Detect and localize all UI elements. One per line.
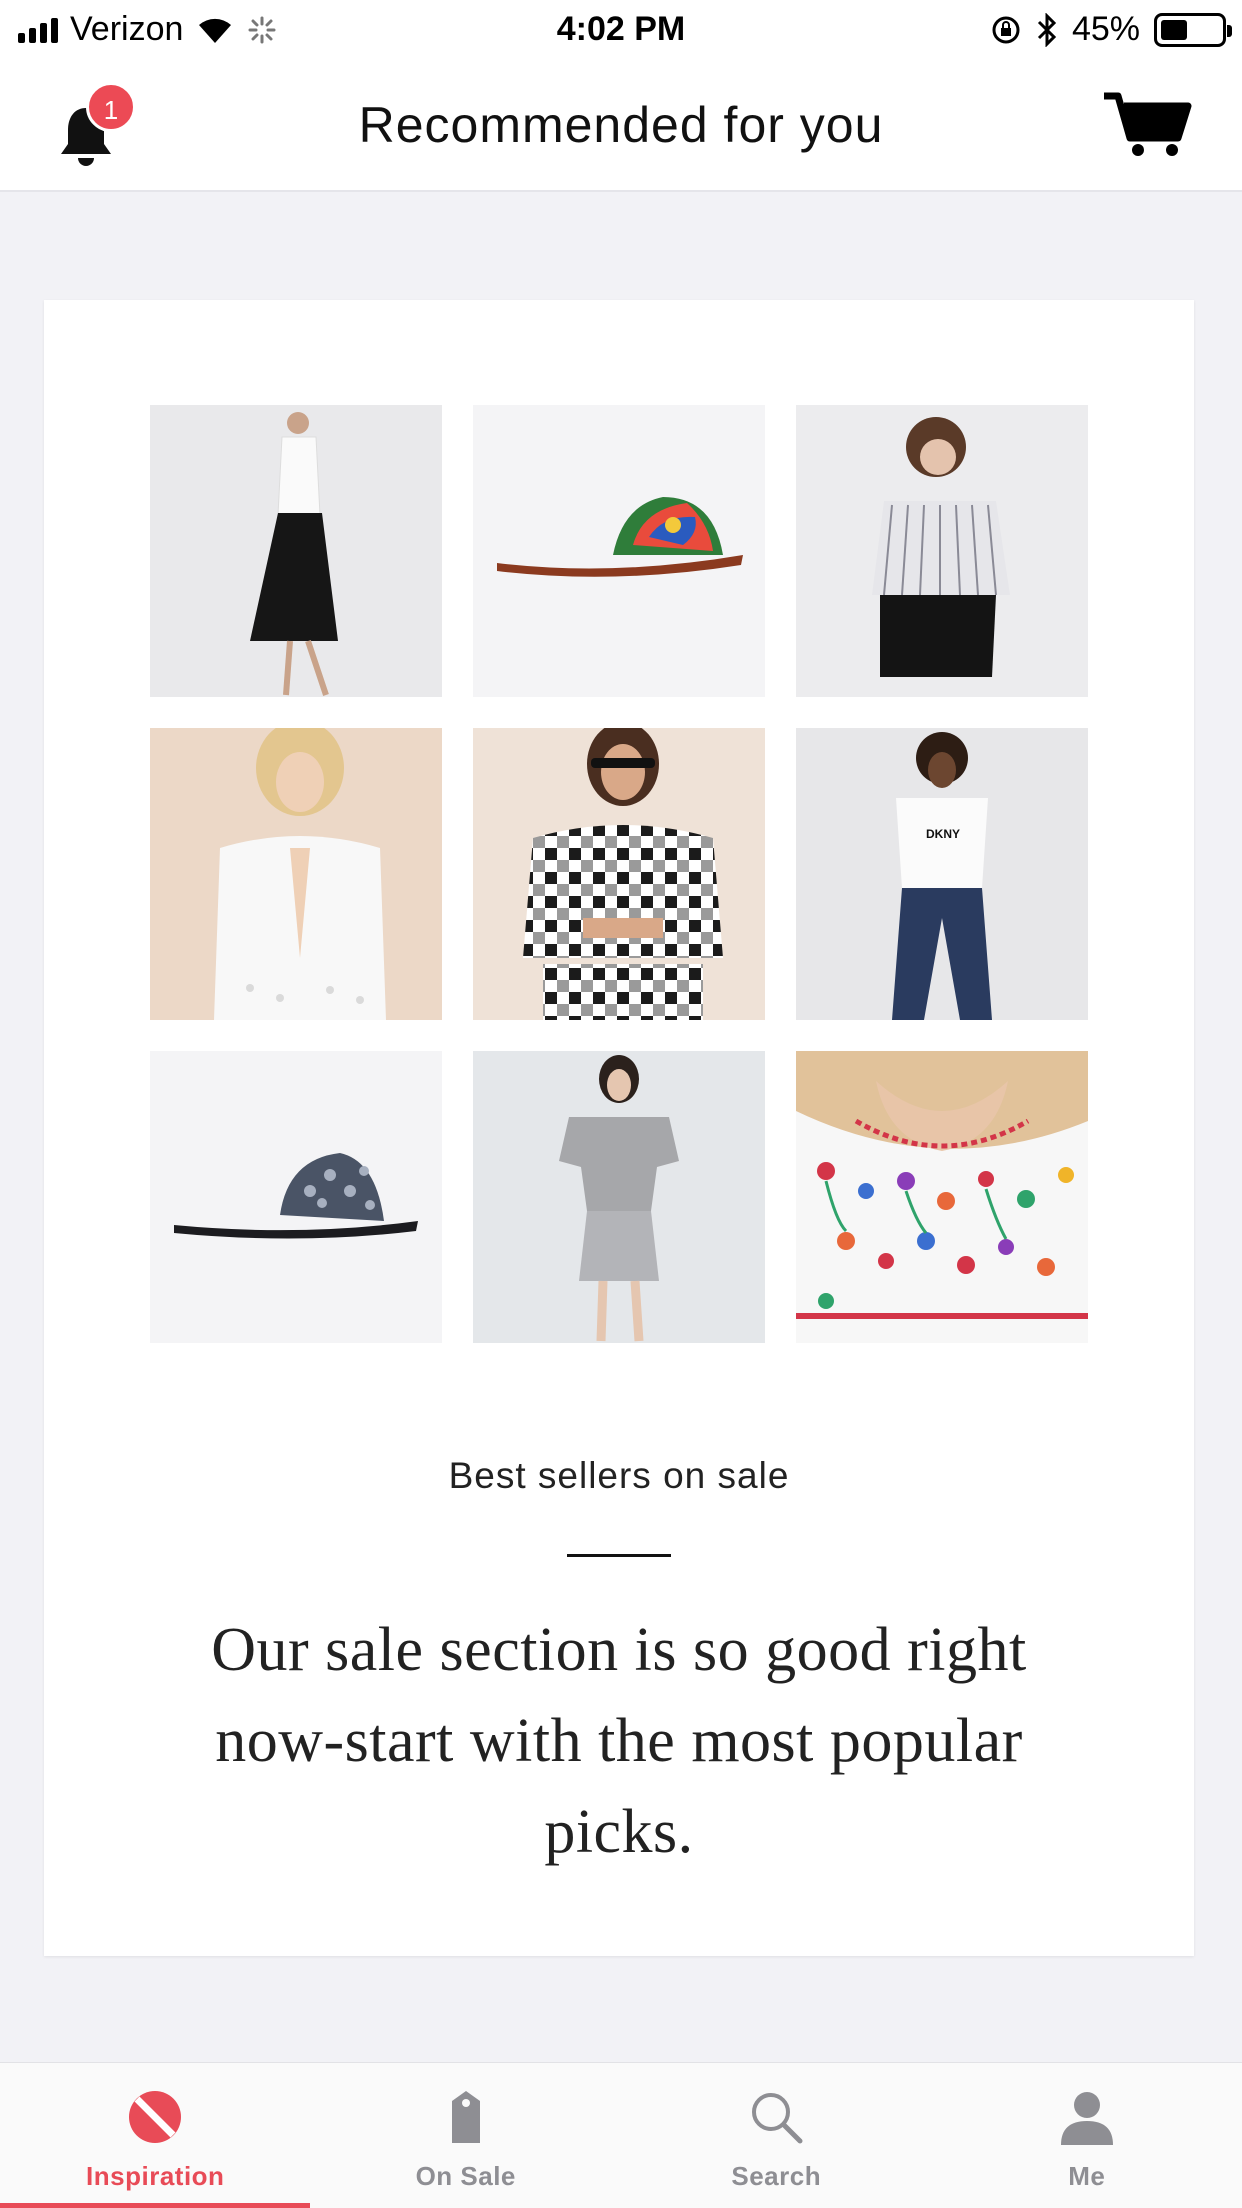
rotation-lock-icon	[992, 16, 1020, 43]
tab-inspiration[interactable]: Inspiration	[0, 2063, 311, 2208]
active-tab-indicator	[0, 2203, 310, 2208]
tag-icon	[451, 2091, 480, 2143]
tab-label: Inspiration	[86, 2161, 225, 2191]
tab-label: Search	[731, 2161, 822, 2191]
product-image: DKNY	[892, 732, 992, 1020]
product-image	[523, 728, 723, 1020]
product-tile[interactable]	[473, 1051, 765, 1343]
status-right: 45%	[990, 10, 1232, 49]
recommendation-card: DKNY Best sellers on sale Our sale secti…	[44, 300, 1194, 1956]
section-divider	[567, 1554, 671, 1557]
product-image	[214, 728, 386, 1020]
tab-me[interactable]: Me	[932, 2063, 1242, 2208]
search-icon	[752, 2093, 803, 2144]
product-grid: DKNY	[150, 405, 1088, 1343]
tab-label: On Sale	[415, 2161, 516, 2191]
product-tile[interactable]	[473, 728, 765, 1020]
product-image	[872, 417, 1010, 677]
tab-on-sale[interactable]: On Sale	[311, 2063, 622, 2208]
tab-search[interactable]: Search	[621, 2063, 932, 2208]
person-icon	[1060, 2092, 1113, 2145]
tab-label: Me	[1068, 2161, 1106, 2191]
product-image	[796, 1051, 1088, 1343]
tab-bar: Inspiration On Sale Search Me	[0, 2062, 1242, 2208]
product-tile[interactable]	[796, 405, 1088, 697]
product-tile[interactable]: DKNY	[796, 728, 1088, 1020]
app-header: 1 Recommended for you	[0, 62, 1242, 192]
battery-percent: 45%	[1071, 10, 1140, 48]
product-tile[interactable]	[473, 405, 765, 697]
cart-icon	[1104, 92, 1192, 156]
cart-button[interactable]	[1102, 90, 1192, 160]
product-tile[interactable]	[150, 405, 442, 697]
product-tile[interactable]	[150, 1051, 442, 1343]
product-image	[497, 497, 743, 577]
section-label: Best sellers on sale	[448, 1455, 790, 1496]
bluetooth-icon	[1037, 12, 1057, 47]
product-image	[174, 1153, 418, 1239]
battery-level	[1161, 19, 1188, 40]
product-image	[250, 412, 338, 696]
svg-text:DKNY: DKNY	[926, 827, 960, 841]
product-tile[interactable]	[796, 1051, 1088, 1343]
battery-icon	[1154, 12, 1232, 47]
product-image	[559, 1055, 679, 1342]
inspiration-icon	[129, 2091, 182, 2143]
product-tile[interactable]	[150, 728, 442, 1020]
page-title: Recommended for you	[358, 97, 884, 153]
status-bar: Verizon 4:02 PM 45%	[0, 0, 1242, 62]
section-body[interactable]: Our sale section is so good right now-st…	[164, 1605, 1074, 1878]
